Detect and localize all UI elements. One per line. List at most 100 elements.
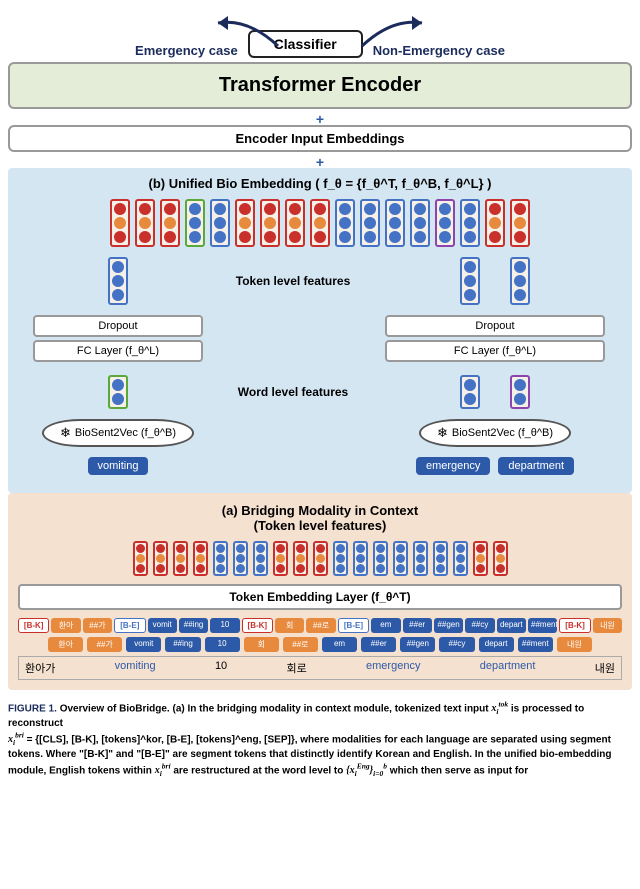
- encoder-input-embeddings: Encoder Input Embeddings: [8, 125, 632, 152]
- input-token: 환아: [48, 637, 83, 652]
- token-block: [153, 541, 168, 576]
- dropout-box: Dropout: [33, 315, 203, 337]
- token-block: [485, 199, 505, 247]
- token-block: [233, 541, 248, 576]
- input-token: [B-K]: [18, 618, 49, 633]
- unified-bio-embedding-section: (b) Unified Bio Embedding ( f_θ = {f_θ^T…: [8, 168, 632, 493]
- source-word: 회로: [286, 660, 306, 676]
- token-block: [460, 257, 480, 305]
- token-block: [510, 257, 530, 305]
- token-block: [453, 541, 468, 576]
- token-row-plain: 환아##가vomit##ing10회##로em##er##gen##cydepa…: [18, 637, 622, 652]
- input-token: ##ing: [165, 637, 200, 652]
- classifier-row: Emergency case Classifier Non-Emergency …: [8, 8, 632, 58]
- source-word: department: [480, 660, 536, 676]
- input-token: depart: [479, 637, 514, 652]
- word-chip-emergency: emergency: [416, 457, 490, 475]
- input-token: [B-E]: [114, 618, 145, 633]
- source-word: 환아가: [25, 660, 55, 676]
- input-token: ##er: [361, 637, 396, 652]
- input-token: 내원: [593, 618, 622, 633]
- input-token: 회: [275, 618, 304, 633]
- input-token: em: [322, 637, 357, 652]
- token-block: [260, 199, 280, 247]
- biosent2vec-box: ❄BioSent2Vec (f_θ^B): [42, 419, 194, 447]
- token-level-row: Token level features: [18, 257, 622, 305]
- arrow-right-icon: [352, 8, 432, 48]
- biosent2vec-box: ❄BioSent2Vec (f_θ^B): [419, 419, 571, 447]
- input-token: ##cy: [439, 637, 474, 652]
- input-token: em: [371, 618, 400, 633]
- dropout-fc-row: Dropout FC Layer (f_θ^L) Dropout FC Laye…: [18, 315, 622, 365]
- token-block: [460, 199, 480, 247]
- word-level-row: Word level features: [18, 375, 622, 409]
- input-token: ##ment: [528, 618, 557, 633]
- token-block: [410, 199, 430, 247]
- word-block: [460, 375, 480, 409]
- input-token: 회: [244, 637, 279, 652]
- token-block: [235, 199, 255, 247]
- input-token: depart: [497, 618, 526, 633]
- input-token: 환아: [51, 618, 80, 633]
- token-block: [360, 199, 380, 247]
- fc-layer-box: FC Layer (f_θ^L): [385, 340, 605, 362]
- token-block: [273, 541, 288, 576]
- bio-token-grid: [18, 199, 622, 247]
- bio-section-title: (b) Unified Bio Embedding ( f_θ = {f_θ^T…: [18, 176, 622, 191]
- input-token: ##가: [83, 618, 112, 633]
- transformer-encoder: Transformer Encoder: [8, 62, 632, 109]
- input-token: [B-K]: [559, 618, 590, 633]
- token-block: [435, 199, 455, 247]
- source-word: 10: [215, 660, 227, 676]
- token-block: [493, 541, 508, 576]
- input-token: ##로: [283, 637, 318, 652]
- input-token: ##가: [87, 637, 122, 652]
- word-level-label: Word level features: [218, 385, 368, 399]
- biosent-row: ❄BioSent2Vec (f_θ^B) ❄BioSent2Vec (f_θ^B…: [18, 419, 622, 447]
- token-block: [385, 199, 405, 247]
- token-block: [293, 541, 308, 576]
- input-token: [B-E]: [338, 618, 369, 633]
- word-chips-row: vomiting emergency department: [18, 457, 622, 475]
- source-sentence-row: 환아가vomiting10회로emergencydepartment내원: [18, 656, 622, 680]
- bridging-modality-section: (a) Bridging Modality in Context(Token l…: [8, 493, 632, 690]
- input-token: ##ment: [518, 637, 553, 652]
- input-token: [B-K]: [242, 618, 273, 633]
- token-embedding-layer: Token Embedding Layer (f_θ^T): [18, 584, 622, 610]
- arrow-left-icon: [208, 8, 288, 48]
- token-block: [253, 541, 268, 576]
- word-chip-department: department: [498, 457, 574, 475]
- input-token: 10: [205, 637, 240, 652]
- token-block: [313, 541, 328, 576]
- input-token: 10: [210, 618, 239, 633]
- word-block: [510, 375, 530, 409]
- figure-caption: FIGURE 1. Overview of BioBridge. (a) In …: [8, 700, 632, 779]
- input-token: vomit: [148, 618, 177, 633]
- bridge-section-title: (a) Bridging Modality in Context(Token l…: [18, 503, 622, 533]
- token-block: [413, 541, 428, 576]
- token-block: [473, 541, 488, 576]
- token-block: [135, 199, 155, 247]
- input-token: 내원: [557, 637, 592, 652]
- token-block: [393, 541, 408, 576]
- word-chip-vomiting: vomiting: [88, 457, 149, 475]
- token-block: [110, 199, 130, 247]
- token-block: [210, 199, 230, 247]
- token-level-label: Token level features: [218, 274, 368, 288]
- word-block: [108, 375, 128, 409]
- token-block: [333, 541, 348, 576]
- token-block: [108, 257, 128, 305]
- token-block: [133, 541, 148, 576]
- token-block: [185, 199, 205, 247]
- input-token: ##ing: [179, 618, 208, 633]
- input-token: ##er: [403, 618, 432, 633]
- token-block: [173, 541, 188, 576]
- token-block: [373, 541, 388, 576]
- snowflake-icon: ❄: [437, 425, 448, 441]
- input-token: ##gen: [434, 618, 463, 633]
- snowflake-icon: ❄: [60, 425, 71, 441]
- token-block: [433, 541, 448, 576]
- dropout-box: Dropout: [385, 315, 605, 337]
- source-word: 내원: [595, 660, 615, 676]
- token-row-segmented: [B-K]환아##가[B-E]vomit##ing10[B-K]회##로[B-E…: [18, 618, 622, 633]
